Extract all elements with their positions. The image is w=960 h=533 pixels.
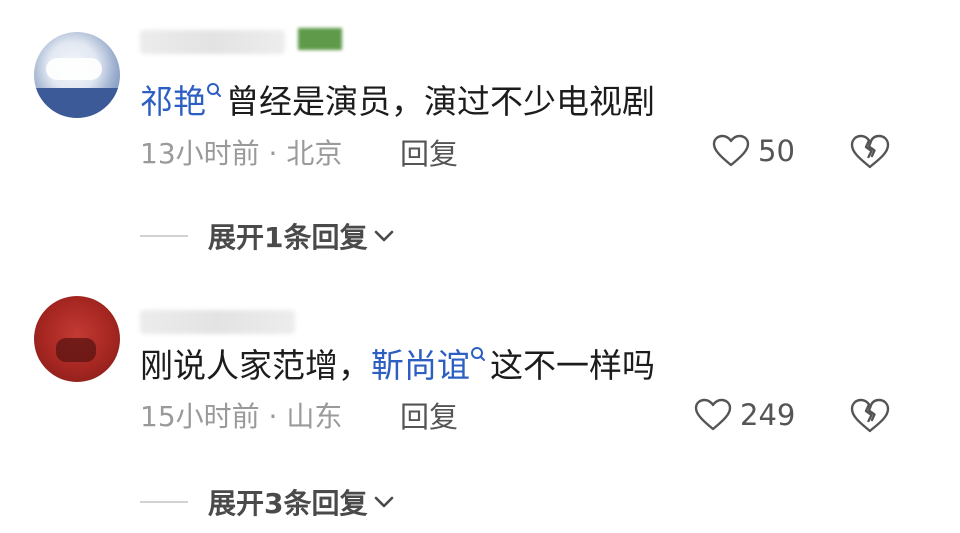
chevron-down-icon [375, 230, 394, 242]
dislike-button[interactable] [850, 134, 890, 174]
search-icon [470, 346, 488, 368]
reply-button[interactable]: 回复 [400, 400, 458, 434]
avatar-cloud [46, 58, 102, 80]
expand-divider [140, 501, 188, 503]
comment-location: 北京 [286, 137, 343, 170]
avatar-mark [56, 338, 96, 362]
avatar[interactable] [34, 296, 120, 382]
username-blurred[interactable] [140, 310, 295, 334]
mention-link[interactable]: 祁艳 [140, 82, 226, 121]
dislike-button[interactable] [850, 398, 890, 438]
comment-text: 刚说人家范增，靳尚谊 这不一样吗 [140, 346, 655, 386]
comment-body: 曾经是演员，演过不少电视剧 [226, 82, 655, 121]
mention-name[interactable]: 靳尚谊 [371, 346, 470, 385]
mention-name[interactable]: 祁艳 [140, 82, 206, 121]
expand-replies-label[interactable]: 展开1条回复 [208, 216, 367, 256]
comment-meta: 13小时前 · 北京 [140, 137, 342, 171]
username-badge-blurred [298, 28, 342, 50]
expand-divider [140, 235, 188, 237]
like-button[interactable]: 50 [712, 134, 795, 168]
like-button[interactable]: 249 [694, 398, 795, 432]
comment-location: 山东 [286, 400, 343, 433]
comment-item: 祁艳 曾经是演员，演过不少电视剧 13小时前 · 北京 回复 50 展开1条回复 [0, 0, 960, 270]
search-icon [206, 82, 224, 104]
avatar-sky [34, 88, 120, 118]
reply-button[interactable]: 回复 [400, 137, 458, 171]
meta-separator: · [268, 400, 278, 433]
broken-heart-icon [850, 398, 890, 433]
expand-replies-button[interactable]: 展开3条回复 [140, 482, 395, 522]
avatar[interactable] [34, 32, 120, 118]
comment-text: 祁艳 曾经是演员，演过不少电视剧 [140, 82, 655, 122]
heart-icon [712, 134, 750, 167]
comment-item: 刚说人家范增，靳尚谊 这不一样吗 15小时前 · 山东 回复 249 展开3条回复 [0, 270, 960, 533]
meta-separator: · [268, 137, 278, 170]
username-blurred[interactable] [140, 30, 285, 54]
heart-icon [694, 398, 732, 431]
like-count: 249 [740, 398, 796, 432]
like-count: 50 [758, 134, 795, 168]
comment-meta: 15小时前 · 山东 [140, 400, 342, 434]
comment-time: 13小时前 [140, 137, 260, 170]
broken-heart-icon [850, 134, 890, 169]
expand-replies-button[interactable]: 展开1条回复 [140, 216, 395, 256]
comment-time: 15小时前 [140, 400, 260, 433]
comment-body: 这不一样吗 [490, 346, 655, 385]
expand-replies-label[interactable]: 展开3条回复 [208, 482, 367, 522]
chevron-down-icon [375, 496, 394, 508]
comment-prefix: 刚说人家范增， [140, 346, 371, 385]
mention-link[interactable]: 靳尚谊 [371, 346, 490, 385]
